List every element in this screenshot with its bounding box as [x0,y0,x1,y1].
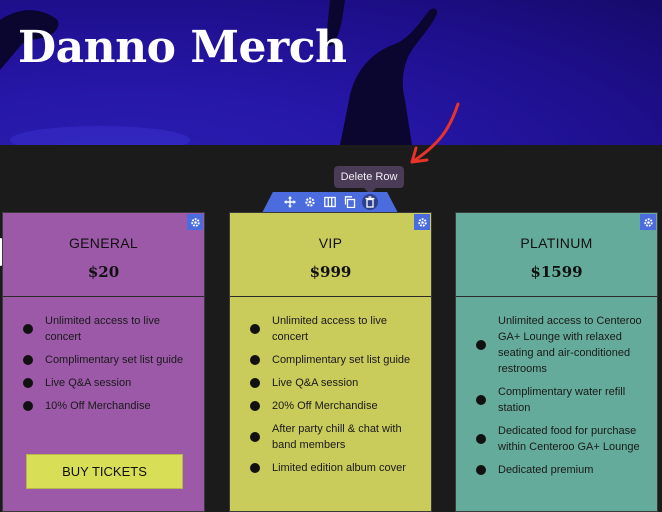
feature-text: 10% Off Merchandise [45,400,151,412]
list-item: Dedicated premium [476,462,647,478]
feature-text: Complimentary set list guide [45,354,184,366]
list-item: Unlimited access to live concert [250,313,421,345]
plan-price: $20 [87,263,120,281]
list-item: 20% Off Merchandise [250,398,421,414]
bullet-icon [476,340,486,350]
plan-price: $999 [309,263,352,281]
list-item: Unlimited access to Centeroo GA+ Lounge … [476,313,647,377]
bullet-icon [250,463,260,473]
bullet-icon [23,378,33,388]
bullet-icon [250,401,260,411]
list-item: Dedicated food for purchase within Cente… [476,423,647,455]
bullet-icon [250,355,260,365]
trash-icon[interactable] [362,194,378,210]
buy-tickets-button[interactable]: BUY TICKETS [26,454,183,489]
bullet-icon [23,355,33,365]
columns-icon[interactable] [322,194,338,210]
feature-list: Unlimited access to live concert Complim… [23,313,194,421]
feature-text: Dedicated premium [498,464,594,476]
bullet-icon [23,324,33,334]
pricing-card-general: GENERAL $20 Unlimited access to live con… [2,212,205,512]
column-settings-gear-icon[interactable] [640,214,656,230]
feature-text: Complimentary water refill station [498,386,626,414]
delete-row-tooltip: Delete Row [334,166,404,194]
feature-text: Limited edition album cover [272,462,406,474]
plan-name: VIP [318,235,343,251]
pricing-card-vip: VIP $999 Unlimited access to live concer… [229,212,432,512]
feature-text: Dedicated food for purchase within Cente… [498,425,640,453]
feature-text: Live Q&A session [45,377,132,389]
move-icon[interactable] [282,194,298,210]
column-settings-gear-icon[interactable] [187,214,203,230]
bullet-icon [476,395,486,405]
list-item: 10% Off Merchandise [23,398,194,414]
list-item: After party chill & chat with band membe… [250,421,421,453]
feature-list: Unlimited access to live concert Complim… [250,313,421,483]
feature-text: Complimentary set list guide [272,354,411,366]
feature-text: Unlimited access to live concert [272,315,387,343]
bullet-icon [476,465,486,475]
list-item: Complimentary water refill station [476,384,647,416]
feature-text: Unlimited access to Centeroo GA+ Lounge … [498,315,642,375]
divider [3,296,204,297]
annotation-arrow [410,102,460,164]
page-title: Danno Merch [18,22,347,73]
bullet-icon [23,401,33,411]
plan-name: GENERAL [68,235,138,251]
list-item: Unlimited access to live concert [23,313,194,345]
bullet-icon [476,434,486,444]
list-item: Limited edition album cover [250,460,421,476]
list-item: Live Q&A session [250,375,421,391]
divider [230,296,431,297]
bullet-icon [250,432,260,442]
bullet-icon [250,378,260,388]
plan-name: PLATINUM [520,235,593,251]
plan-price: $1599 [530,263,583,281]
divider [456,296,657,297]
bullet-icon [250,324,260,334]
pricing-card-platinum: PLATINUM $1599 Unlimited access to Cente… [455,212,658,512]
gear-icon[interactable] [302,194,318,210]
feature-list: Unlimited access to Centeroo GA+ Lounge … [476,313,647,485]
hero-banner: Danno Merch [0,0,662,145]
row-toolbar [262,192,398,213]
list-item: Complimentary set list guide [250,352,421,368]
column-settings-gear-icon[interactable] [414,214,430,230]
feature-text: After party chill & chat with band membe… [272,423,402,451]
feature-text: 20% Off Merchandise [272,400,378,412]
list-item: Complimentary set list guide [23,352,194,368]
feature-text: Live Q&A session [272,377,359,389]
list-item: Live Q&A session [23,375,194,391]
duplicate-icon[interactable] [342,194,358,210]
feature-text: Unlimited access to live concert [45,315,160,343]
